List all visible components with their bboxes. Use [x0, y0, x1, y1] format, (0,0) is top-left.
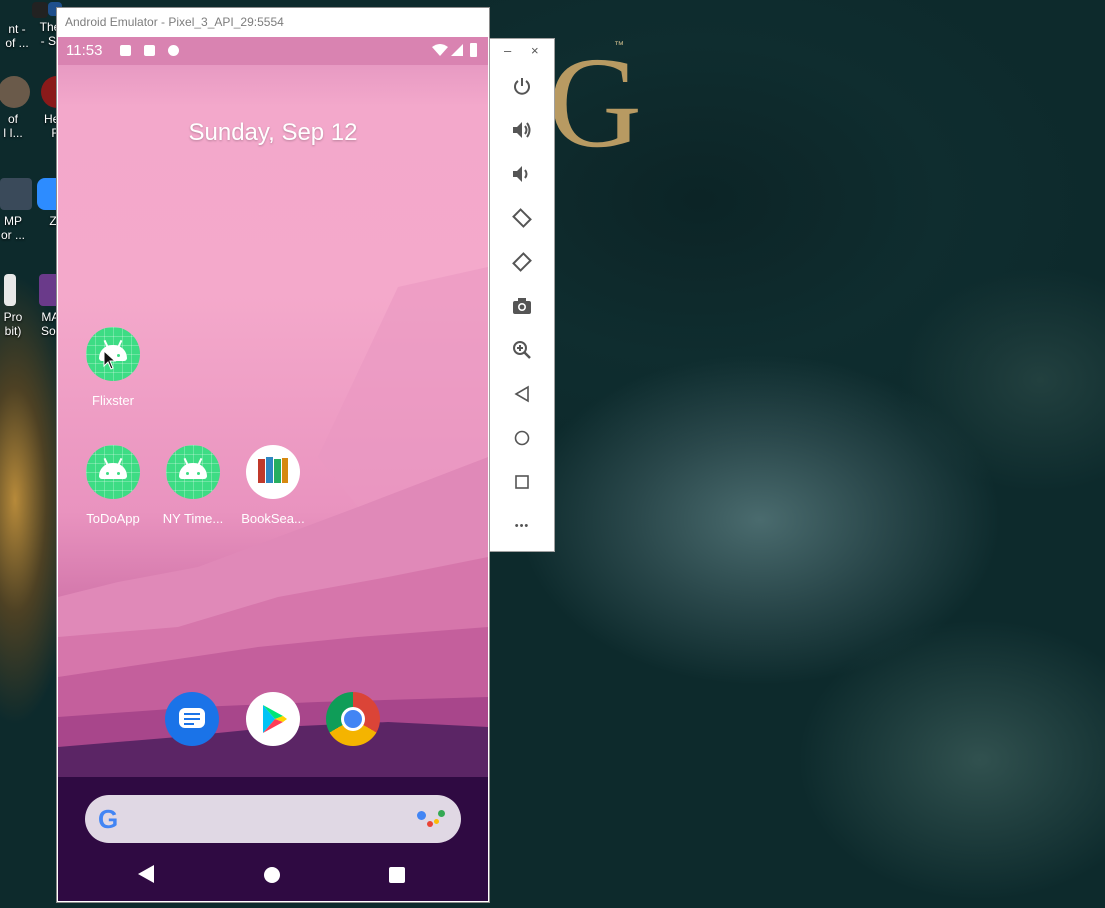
sync-icon	[168, 45, 179, 56]
app-booksearch[interactable]: BookSea...	[234, 445, 312, 526]
volume-up-icon[interactable]	[506, 114, 538, 146]
emulator-toolbar: – × •••	[490, 39, 554, 551]
play-store-icon[interactable]	[246, 692, 300, 746]
zoom-icon[interactable]	[506, 334, 538, 366]
device-screen[interactable]: 11:53 Sunday, Sep 12 Flixster ToDoApp NY…	[58, 37, 488, 901]
nav-back-icon[interactable]	[138, 865, 154, 883]
app-label: NY Time...	[162, 511, 224, 526]
desktop-icon-label: of l I...	[3, 112, 23, 140]
sd-card-icon	[144, 45, 155, 56]
overview-icon[interactable]	[506, 466, 538, 498]
android-icon	[86, 445, 140, 499]
desktop-icon-label: Pro bit)	[3, 310, 23, 338]
status-bar: 11:53	[58, 37, 488, 65]
android-icon	[166, 445, 220, 499]
wallpaper-logo-letter: G	[548, 31, 644, 175]
nav-overview-icon[interactable]	[389, 867, 405, 883]
minimize-button[interactable]: –	[504, 43, 511, 58]
app-todoapp[interactable]: ToDoApp	[74, 445, 152, 526]
emulator-window: Android Emulator - Pixel_3_API_29:5554 1…	[57, 8, 489, 902]
books-icon	[246, 445, 300, 499]
rotate-left-icon[interactable]	[506, 202, 538, 234]
desktop-icon-label: Z	[49, 214, 57, 228]
trademark-symbol: ™	[614, 40, 624, 51]
camera-icon[interactable]	[506, 290, 538, 322]
battery-icon	[470, 43, 477, 57]
more-icon[interactable]: •••	[506, 510, 538, 542]
date-widget[interactable]: Sunday, Sep 12	[58, 119, 488, 147]
status-time: 11:53	[66, 42, 103, 59]
cell-signal-icon	[451, 44, 463, 56]
window-title[interactable]: Android Emulator - Pixel_3_API_29:5554	[57, 8, 489, 37]
chrome-icon[interactable]	[326, 692, 380, 746]
rotate-right-icon[interactable]	[506, 246, 538, 278]
volume-down-icon[interactable]	[506, 158, 538, 190]
app-label: Flixster	[92, 393, 134, 408]
nav-home-icon[interactable]	[264, 867, 280, 883]
notification-icon	[120, 45, 131, 56]
close-button[interactable]: ×	[531, 43, 539, 58]
google-search-bar[interactable]: G	[85, 795, 461, 843]
app-icon	[4, 274, 16, 306]
assistant-icon[interactable]	[417, 809, 447, 829]
google-logo-icon: G	[98, 804, 119, 834]
wifi-icon	[432, 44, 448, 56]
app-label: BookSea...	[241, 511, 305, 526]
power-icon[interactable]	[506, 70, 538, 102]
home-icon[interactable]	[506, 422, 538, 454]
messages-icon[interactable]	[165, 692, 219, 746]
app-label: ToDoApp	[86, 511, 140, 526]
mouse-cursor-icon	[103, 350, 117, 370]
app-ny-times[interactable]: NY Time...	[154, 445, 232, 526]
back-icon[interactable]	[506, 378, 538, 410]
